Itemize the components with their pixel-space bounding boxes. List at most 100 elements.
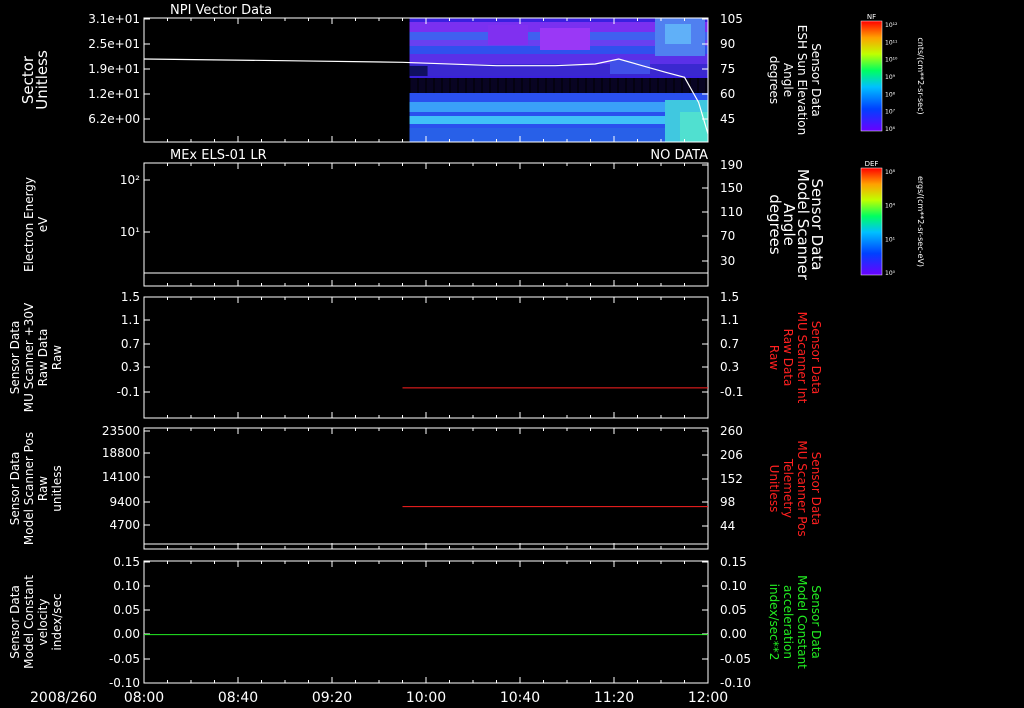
colorbar-def-tick: 10⁰ — [885, 270, 896, 277]
y-axis-label-right: Angle — [781, 63, 795, 97]
y-axis-label-right: Unitless — [767, 465, 781, 513]
y-tick-label-left: 2.5e+01 — [88, 37, 140, 51]
y-tick-label-right: 0.00 — [720, 627, 747, 641]
y-axis-label-left: Raw Data — [36, 329, 50, 387]
y-tick-label-right: 150 — [720, 181, 743, 195]
colorbar-nf-tick: 10⁹ — [885, 74, 896, 81]
colorbar-def-label: DEF — [865, 160, 879, 168]
y-tick-label-left: 23500 — [102, 424, 140, 438]
colorbar-def-tick: 10¹ — [885, 236, 896, 243]
heatmap-band — [409, 116, 708, 124]
y-axis-label-left: Electron Energy — [22, 177, 36, 272]
y-axis-label-right: Model Constant — [795, 575, 809, 669]
y-tick-label-right: 1.1 — [720, 313, 739, 327]
y-axis-label-left: Model Constant — [22, 575, 36, 669]
y-tick-label-right: 44 — [720, 519, 735, 533]
y-tick-label-left: 1.1 — [121, 313, 140, 327]
x-tick-label: 12:00 — [688, 690, 728, 706]
spectrogram — [409, 18, 708, 142]
y-axis-label-right: Raw — [767, 345, 781, 370]
colorbar-nf-tick: 10⁶ — [885, 126, 896, 133]
x-tick-label: 08:00 — [124, 690, 164, 706]
y-tick-label-right: 0.10 — [720, 579, 747, 593]
panel-2-frame — [143, 162, 709, 287]
panel-5-frame — [143, 560, 709, 684]
no-data-label: NO DATA — [650, 148, 708, 163]
y-tick-label-right: 0.3 — [720, 360, 739, 374]
y-tick-label-right: 0.05 — [720, 603, 747, 617]
y-tick-label-right: 98 — [720, 495, 735, 509]
y-axis-label-right: Sensor Data — [809, 321, 823, 395]
y-axis-label-left: Unitless — [33, 50, 51, 110]
heatmap-band — [409, 128, 708, 142]
x-tick-label: 10:40 — [500, 690, 540, 706]
colorbar-def-units: ergs/(cm**2-sr-sec-eV) — [916, 176, 925, 267]
y-tick-label-left: 6.2e+00 — [88, 112, 140, 126]
y-axis-label-right: Sensor Data — [809, 43, 823, 117]
panel-2-title: MEx ELS-01 LR — [170, 148, 267, 163]
y-tick-label-right: 260 — [720, 424, 743, 438]
y-tick-label-right: 30 — [720, 254, 735, 268]
colorbar-def-tick: 10⁸ — [885, 169, 896, 176]
y-tick-label-left: 1.5 — [121, 290, 140, 304]
y-tick-label-left: 9400 — [109, 495, 140, 509]
y-axis-label-right: degrees — [767, 56, 781, 104]
y-axis-label-left: Raw — [36, 476, 50, 501]
x-tick-label: 09:20 — [312, 690, 352, 706]
colorbar-nf-tick: 10¹¹ — [885, 39, 898, 46]
heatmap-band — [409, 102, 708, 112]
y-tick-label-left: -0.10 — [109, 676, 140, 690]
y-tick-label-right: 75 — [720, 62, 735, 76]
y-tick-label-left: 10² — [120, 173, 140, 187]
colorbar-nf-tick: 10¹² — [885, 22, 898, 29]
y-axis-label-left: velocity — [36, 599, 50, 646]
y-axis-label-left: index/sec — [50, 593, 64, 650]
y-tick-label-left: 3.1e+01 — [88, 12, 140, 26]
colorbar-nf-tick: 10¹⁰ — [885, 57, 898, 64]
y-tick-label-right: -0.10 — [720, 676, 751, 690]
y-tick-label-left: 10¹ — [120, 225, 140, 239]
heatmap-gap — [409, 66, 428, 76]
y-axis-label-left: MU Scanner +30V — [22, 302, 36, 412]
y-axis-label-left: unitless — [50, 465, 64, 511]
colorbar-def-tick: 10⁴ — [885, 203, 896, 210]
y-axis-label-left: eV — [36, 216, 50, 232]
y-tick-label-left: 14100 — [102, 470, 140, 484]
y-tick-label-left: -0.1 — [117, 385, 140, 399]
heatmap-patch — [488, 25, 528, 45]
y-axis-label-left: Raw — [50, 345, 64, 370]
y-tick-label-left: 1.2e+01 — [88, 87, 140, 101]
y-axis-label-right: ESH Sun Elevation — [795, 25, 809, 135]
colorbar-def — [860, 167, 883, 276]
colorbar-nf-tick: 10⁸ — [885, 91, 896, 98]
y-axis-label-right: MU Scanner Pos — [795, 440, 809, 536]
y-axis-label-left: Sensor Data — [8, 321, 22, 395]
y-tick-label-right: 110 — [720, 205, 743, 219]
panel-1-title: NPI Vector Data — [170, 3, 272, 18]
panel-3-frame — [143, 296, 709, 419]
y-tick-label-left: 0.7 — [121, 337, 140, 351]
colorbar-nf — [860, 20, 883, 132]
x-tick-label: 08:40 — [218, 690, 258, 706]
heatmap-patch — [665, 24, 691, 44]
y-tick-label-right: 206 — [720, 448, 743, 462]
colorbar-nf-label: NF — [867, 13, 876, 21]
y-tick-label-left: 18800 — [102, 446, 140, 460]
y-tick-label-right: -0.1 — [720, 385, 743, 399]
y-tick-label-left: 0.15 — [113, 555, 140, 569]
heatmap-patch — [540, 28, 590, 50]
x-tick-label: 11:20 — [594, 690, 634, 706]
y-axis-label-left: Model Scanner Pos — [22, 432, 36, 545]
y-tick-label-right: 1.5 — [720, 290, 739, 304]
y-tick-label-left: 0.05 — [113, 603, 140, 617]
colorbar-nf-units: cnts/(cm**2-sr-sec) — [916, 37, 925, 114]
colorbar-nf-tick: 10⁷ — [885, 109, 896, 116]
y-axis-label-right: MU Scanner Int — [795, 312, 809, 404]
y-axis-label-right: Sensor Data — [809, 452, 823, 526]
x-tick-label: 10:00 — [406, 690, 446, 706]
y-tick-label-right: 152 — [720, 472, 743, 486]
y-tick-label-right: 60 — [720, 87, 735, 101]
y-axis-label-right: Telemetry — [781, 458, 795, 518]
y-tick-label-right: 70 — [720, 229, 735, 243]
y-tick-label-right: 0.7 — [720, 337, 739, 351]
